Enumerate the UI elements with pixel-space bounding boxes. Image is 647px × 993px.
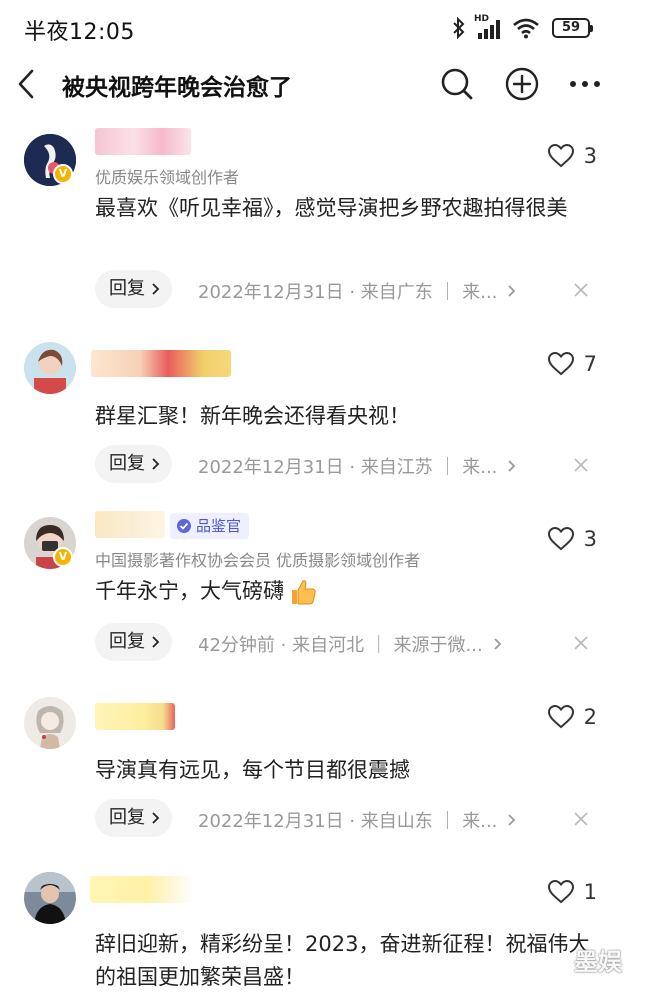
chevron-right-icon	[152, 283, 160, 295]
username-blurred[interactable]	[91, 350, 231, 377]
add-button[interactable]	[500, 62, 544, 106]
reply-button[interactable]: 回复	[95, 270, 172, 308]
like-count: 3	[583, 527, 597, 551]
more-icon	[570, 81, 600, 87]
username-blurred[interactable]	[95, 511, 165, 538]
verified-badge: V	[53, 164, 73, 184]
comment-meta: 42分钟前 · 来自河北 ｜ 来源于微...	[198, 631, 502, 657]
heart-icon	[547, 527, 574, 551]
signal-icon: HD	[474, 14, 504, 39]
comment-meta: 2022年12月31日 · 来自江苏 ｜ 来...	[198, 453, 516, 479]
verified-badge: V	[53, 547, 73, 567]
add-icon	[505, 67, 539, 101]
reply-label: 回复	[109, 807, 145, 828]
status-time: 半夜12:05	[24, 20, 135, 45]
like-count: 2	[583, 705, 597, 729]
back-icon	[18, 69, 34, 99]
reply-button[interactable]: 回复	[95, 445, 172, 483]
avatar-image	[24, 872, 76, 924]
heart-icon	[547, 705, 574, 729]
search-icon	[441, 68, 473, 100]
chevron-right-icon[interactable]	[507, 813, 516, 827]
comment-text: 最喜欢《听见幸福》，感觉导演把乡野农趣拍得很美	[95, 196, 568, 220]
chevron-right-icon[interactable]	[507, 459, 516, 473]
comment-item: 1 辞旧迎新，精彩纷呈！2023，奋进新征程！祝福伟大的祖国更加繁荣昌盛！	[0, 860, 647, 993]
close-icon	[574, 283, 588, 297]
bluetooth-icon	[453, 16, 465, 40]
comment-text-body: 千年永宁，大气磅礴	[95, 579, 284, 603]
reply-label: 回复	[109, 278, 145, 299]
like-button[interactable]: 2	[547, 705, 597, 729]
like-count: 7	[583, 352, 597, 376]
dismiss-button[interactable]	[570, 632, 592, 654]
heart-icon	[547, 880, 574, 904]
chevron-right-icon[interactable]	[507, 284, 516, 298]
dismiss-button[interactable]	[570, 454, 592, 476]
avatar[interactable]	[24, 872, 76, 924]
avatar[interactable]	[24, 697, 76, 749]
comment-item: V 优质娱乐领域创作者 3 最喜欢《听见幸福》，感觉导演把乡野农趣拍得很美 回复…	[0, 120, 647, 320]
comment-item: V 品鉴官 中国摄影著作权协会会员 优质摄影领域创作者 3 千年永宁，大气磅礴 …	[0, 505, 647, 685]
like-count: 1	[583, 880, 597, 904]
comment-text: 千年永宁，大气磅礴	[95, 575, 595, 608]
like-button[interactable]: 7	[547, 352, 597, 376]
comment-item: 2 导演真有远见，每个节目都很震撼 回复 2022年12月31日 · 来自山东 …	[0, 685, 647, 855]
author-subtitle: 中国摄影著作权协会会员 优质摄影领域创作者	[95, 551, 421, 570]
chevron-right-icon	[152, 636, 160, 648]
status-bar: 半夜12:05 HD 59	[0, 0, 647, 56]
like-button[interactable]: 1	[547, 880, 597, 904]
battery-indicator: 59	[552, 18, 593, 38]
thumbs-up-emoji	[292, 579, 316, 604]
status-icons: HD	[452, 14, 540, 40]
badge-label: 品鉴官	[196, 517, 242, 535]
meta-text: 2022年12月31日 · 来自江苏 ｜ 来...	[198, 457, 498, 478]
username-blurred[interactable]	[95, 128, 191, 155]
username-blurred[interactable]	[90, 876, 194, 903]
close-icon	[574, 458, 588, 472]
shield-check-icon	[177, 519, 191, 533]
comment-text: 群星汇聚！新年晚会还得看央视！	[95, 404, 410, 428]
comment-text: 导演真有远见，每个节目都很震撼	[95, 758, 410, 782]
avatar-image	[24, 342, 76, 394]
avatar[interactable]	[24, 342, 76, 394]
comment-meta: 2022年12月31日 · 来自山东 ｜ 来...	[198, 807, 516, 833]
reply-label: 回复	[109, 453, 145, 474]
chevron-right-icon[interactable]	[493, 637, 502, 651]
search-button[interactable]	[435, 62, 479, 106]
back-button[interactable]	[10, 62, 42, 106]
dismiss-button[interactable]	[570, 279, 592, 301]
dismiss-button[interactable]	[570, 808, 592, 830]
comment-meta: 2022年12月31日 · 来自广东 ｜ 来...	[198, 278, 516, 304]
meta-text: 2022年12月31日 · 来自山东 ｜ 来...	[198, 811, 498, 832]
reply-label: 回复	[109, 631, 145, 652]
watermark: 墨娱	[574, 948, 622, 976]
comment-item: 7 群星汇聚！新年晚会还得看央视！ 回复 2022年12月31日 · 来自江苏 …	[0, 330, 647, 500]
heart-icon	[547, 352, 574, 376]
page-title: 被央视跨年晚会治愈了	[62, 75, 292, 101]
network-label: HD	[474, 14, 490, 24]
chevron-right-icon	[152, 458, 160, 470]
more-button[interactable]	[563, 62, 607, 106]
meta-text: 2022年12月31日 · 来自广东 ｜ 来...	[198, 282, 498, 303]
username-blurred[interactable]	[95, 703, 175, 730]
reply-button[interactable]: 回复	[95, 623, 172, 661]
meta-text: 42分钟前 · 来自河北 ｜ 来源于微...	[198, 635, 483, 656]
wifi-icon	[513, 18, 539, 39]
author-subtitle: 优质娱乐领域创作者	[95, 168, 240, 187]
like-count: 3	[583, 144, 597, 168]
close-icon	[574, 812, 588, 826]
like-button[interactable]: 3	[547, 144, 597, 168]
close-icon	[574, 636, 588, 650]
heart-icon	[547, 144, 574, 168]
chevron-right-icon	[152, 812, 160, 824]
avatar-image	[24, 697, 76, 749]
comment-text: 辞旧迎新，精彩纷呈！2023，奋进新征程！祝福伟大的祖国更加繁荣昌盛！	[95, 932, 590, 989]
like-button[interactable]: 3	[547, 527, 597, 551]
nav-header: 被央视跨年晚会治愈了	[0, 56, 647, 112]
reviewer-badge: 品鉴官	[170, 513, 250, 539]
reply-button[interactable]: 回复	[95, 799, 172, 837]
